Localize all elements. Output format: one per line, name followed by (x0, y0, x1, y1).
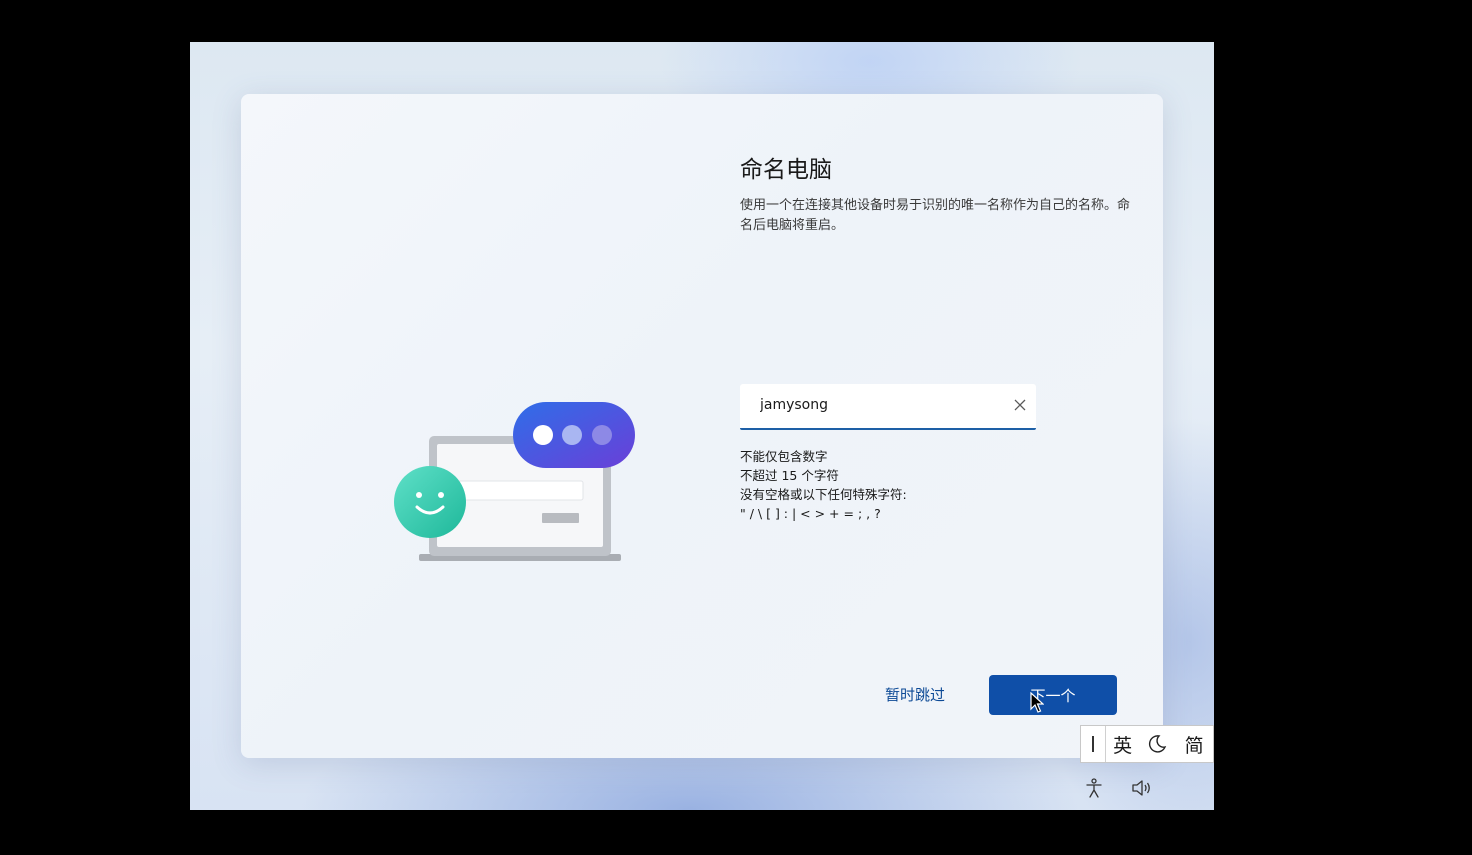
page-description: 使用一个在连接其他设备时易于识别的唯一名称作为自己的名称。命名后电脑将重启。 (740, 198, 1131, 233)
page-title: 命名电脑 (740, 157, 832, 183)
computer-name-input[interactable] (740, 384, 1020, 426)
ime-language-toggle[interactable]: 英 (1106, 726, 1140, 762)
ime-script-toggle[interactable]: 简 (1175, 726, 1213, 762)
volume-icon[interactable] (1130, 776, 1154, 800)
name-rules: 不能仅包含数字 不超过 15 个字符 没有空格或以下任何特殊字符: " / \ … (740, 447, 907, 523)
rule-item: 不能仅包含数字 (740, 449, 828, 464)
moon-icon[interactable] (1140, 726, 1176, 762)
next-button[interactable]: 下一个 (989, 675, 1117, 715)
rule-item: 不超过 15 个字符 (740, 468, 839, 483)
ime-drag-handle[interactable] (1081, 726, 1106, 762)
setup-card: 命名电脑 使用一个在连接其他设备时易于识别的唯一名称作为自己的名称。命名后电脑将… (241, 94, 1163, 758)
skip-button[interactable]: 暂时跳过 (885, 684, 945, 705)
ime-toolbar: 英 简 (1080, 725, 1214, 763)
laptop-chat-illustration (394, 402, 635, 561)
oobe-screen: 命名电脑 使用一个在连接其他设备时易于识别的唯一名称作为自己的名称。命名后电脑将… (190, 42, 1214, 810)
computer-name-field[interactable] (740, 384, 1036, 430)
close-icon[interactable] (1010, 395, 1030, 415)
rule-item: " / \ [ ] : | < > + = ; , ? (740, 506, 881, 521)
accessibility-icon[interactable] (1082, 776, 1106, 800)
rule-item: 没有空格或以下任何特殊字符: (740, 487, 907, 502)
